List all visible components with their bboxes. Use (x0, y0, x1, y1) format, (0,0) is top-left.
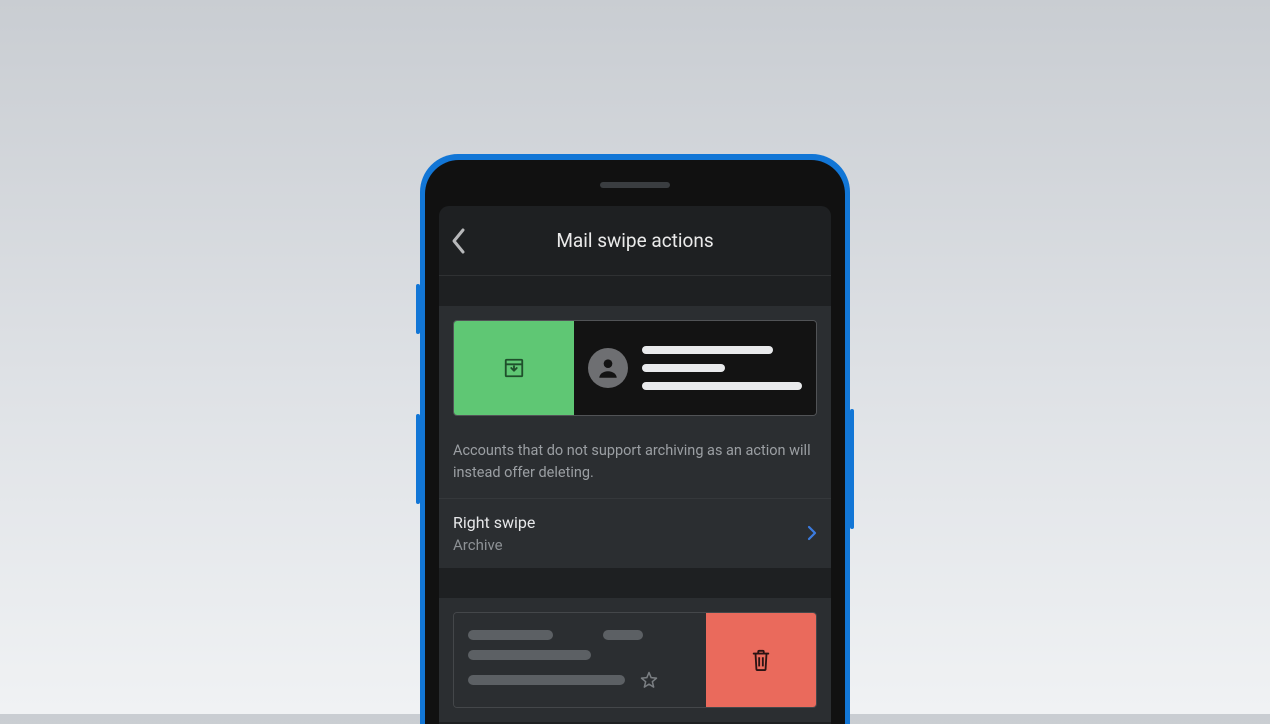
swipe-reveal-area (454, 321, 574, 415)
setting-value: Archive (453, 536, 535, 554)
phone-speaker (600, 182, 670, 188)
text-placeholder-lines (642, 346, 802, 390)
phone-frame: Mail swipe actions (420, 154, 850, 724)
right-swipe-section: Accounts that do not support archiving a… (439, 306, 831, 568)
trash-icon (750, 648, 772, 672)
back-button[interactable] (445, 227, 473, 255)
left-swipe-section (439, 598, 831, 722)
right-swipe-setting[interactable]: Right swipe Archive (439, 498, 831, 568)
screen: Mail swipe actions (439, 206, 831, 724)
mail-row-preview (454, 613, 706, 707)
right-swipe-hint: Accounts that do not support archiving a… (439, 430, 831, 498)
left-swipe-preview (453, 612, 817, 708)
page-title: Mail swipe actions (556, 229, 713, 252)
mail-row-preview (574, 321, 816, 415)
chevron-left-icon (450, 227, 468, 255)
star-icon (639, 670, 659, 690)
right-swipe-preview (453, 320, 817, 416)
person-icon (595, 355, 621, 381)
chevron-right-icon (807, 525, 817, 541)
phone-side-button (850, 409, 854, 529)
swipe-reveal-area (706, 613, 816, 707)
archive-icon (503, 357, 525, 379)
phone-bezel: Mail swipe actions (425, 160, 845, 724)
avatar-placeholder (588, 348, 628, 388)
setting-label: Right swipe (453, 513, 535, 532)
header-bar: Mail swipe actions (439, 206, 831, 276)
